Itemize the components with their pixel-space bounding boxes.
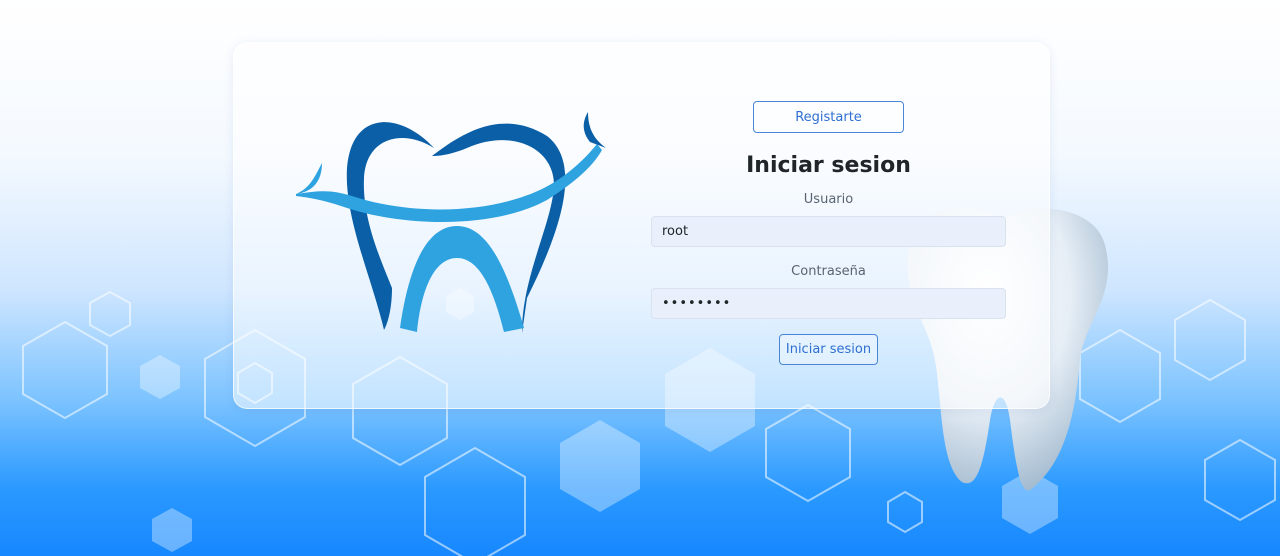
page-title: Iniciar sesion bbox=[746, 153, 911, 178]
username-label: Usuario bbox=[803, 192, 854, 207]
register-button[interactable]: Registarte bbox=[753, 101, 904, 133]
password-field[interactable]: •••••••• bbox=[651, 288, 1006, 319]
tooth-smile-logo-icon bbox=[296, 112, 606, 333]
username-field[interactable]: root bbox=[651, 216, 1006, 247]
password-label: Contraseña bbox=[791, 264, 866, 279]
login-button[interactable]: Iniciar sesion bbox=[779, 334, 878, 365]
